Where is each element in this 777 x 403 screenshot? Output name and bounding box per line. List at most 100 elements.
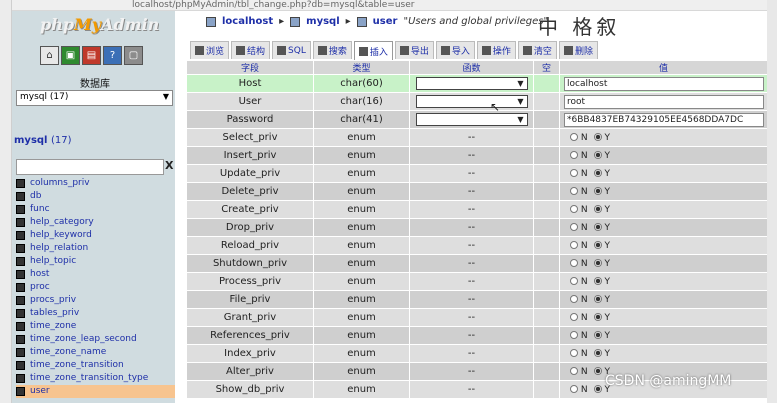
radio-icon[interactable] — [593, 259, 602, 267]
table-list-item[interactable]: time_zone_transition — [16, 359, 175, 372]
table-list-item[interactable]: host — [16, 268, 175, 281]
radio-icon[interactable] — [593, 187, 602, 195]
browser-address-bar[interactable]: localhost/phpMyAdmin/tbl_change.php?db=m… — [12, 0, 767, 11]
radio-n[interactable]: N — [570, 277, 588, 287]
table-list-item[interactable]: procs_priv — [16, 294, 175, 307]
clear-filter-button[interactable]: X — [165, 159, 173, 172]
tab-6[interactable]: 导入 — [435, 41, 475, 59]
tab-9[interactable]: 删除 — [558, 41, 598, 59]
table-list-item[interactable]: help_keyword — [16, 229, 175, 242]
radio-icon[interactable] — [570, 313, 578, 321]
address-url[interactable]: localhost/phpMyAdmin/tbl_change.php?db=m… — [132, 0, 414, 10]
radio-n[interactable]: N — [570, 133, 588, 143]
radio-y[interactable]: Y — [593, 241, 610, 251]
table-filter-input[interactable] — [16, 159, 164, 175]
function-select[interactable]: ▼ — [415, 77, 528, 90]
tab-4[interactable]: 插入 — [353, 41, 393, 61]
docs-icon[interactable]: ? — [103, 46, 122, 65]
table-list-item[interactable]: help_category — [16, 216, 175, 229]
value-input[interactable]: root — [564, 94, 764, 109]
function-select[interactable]: ▼ — [415, 113, 528, 126]
radio-n[interactable]: N — [570, 151, 588, 161]
radio-n[interactable]: N — [570, 349, 588, 359]
tab-5[interactable]: 导出 — [394, 41, 434, 59]
radio-n[interactable]: N — [570, 169, 588, 179]
table-list-item[interactable]: columns_priv — [16, 177, 175, 190]
radio-y[interactable]: Y — [593, 187, 610, 197]
table-list-item[interactable]: time_zone_transition_type — [16, 372, 175, 385]
radio-icon[interactable] — [593, 133, 602, 141]
radio-n[interactable]: N — [570, 367, 588, 377]
radio-n[interactable]: N — [570, 187, 588, 197]
radio-y[interactable]: Y — [593, 223, 610, 233]
tab-2[interactable]: SQL — [272, 41, 311, 59]
tab-0[interactable]: 浏览 — [190, 41, 230, 59]
tab-1[interactable]: 结构 — [231, 41, 271, 59]
radio-icon[interactable] — [570, 205, 578, 213]
breadcrumb-database[interactable]: mysql — [306, 16, 339, 27]
radio-icon[interactable] — [570, 367, 578, 375]
radio-icon[interactable] — [570, 169, 578, 177]
radio-icon[interactable] — [593, 385, 602, 393]
radio-icon[interactable] — [570, 133, 578, 141]
radio-y[interactable]: Y — [593, 313, 610, 323]
table-list-item[interactable]: time_zone_name — [16, 346, 175, 359]
radio-n[interactable]: N — [570, 385, 588, 395]
value-input[interactable]: localhost — [564, 76, 764, 91]
table-list-item[interactable]: help_topic — [16, 255, 175, 268]
table-list-item[interactable]: time_zone — [16, 320, 175, 333]
home-icon[interactable]: ⌂ — [40, 46, 59, 65]
radio-icon[interactable] — [593, 313, 602, 321]
radio-icon[interactable] — [593, 331, 602, 339]
table-list-item[interactable]: help_relation — [16, 242, 175, 255]
breadcrumb-table[interactable]: user — [373, 16, 398, 27]
database-select[interactable]: mysql (17) ▼ — [16, 90, 173, 106]
tab-8[interactable]: 清空 — [517, 41, 557, 59]
radio-icon[interactable] — [570, 223, 578, 231]
table-list-item[interactable]: user — [16, 385, 175, 398]
settings-icon[interactable]: ▢ — [124, 46, 143, 65]
radio-icon[interactable] — [593, 349, 602, 357]
radio-icon[interactable] — [593, 295, 602, 303]
radio-n[interactable]: N — [570, 223, 588, 233]
radio-y[interactable]: Y — [593, 169, 610, 179]
radio-icon[interactable] — [593, 277, 602, 285]
radio-y[interactable]: Y — [593, 349, 610, 359]
radio-y[interactable]: Y — [593, 295, 610, 305]
table-list-item[interactable]: func — [16, 203, 175, 216]
radio-icon[interactable] — [593, 169, 602, 177]
table-list-item[interactable]: proc — [16, 281, 175, 294]
radio-icon[interactable] — [570, 277, 578, 285]
radio-n[interactable]: N — [570, 313, 588, 323]
logout-icon[interactable]: ▤ — [82, 46, 101, 65]
radio-icon[interactable] — [570, 295, 578, 303]
table-list-item[interactable]: time_zone_leap_second — [16, 333, 175, 346]
radio-y[interactable]: Y — [593, 133, 610, 143]
radio-icon[interactable] — [570, 241, 578, 249]
sql-icon[interactable]: ▣ — [61, 46, 80, 65]
breadcrumb-server[interactable]: localhost — [222, 16, 273, 27]
radio-icon[interactable] — [570, 187, 578, 195]
radio-y[interactable]: Y — [593, 151, 610, 161]
radio-y[interactable]: Y — [593, 331, 610, 341]
radio-icon[interactable] — [593, 241, 602, 249]
radio-y[interactable]: Y — [593, 259, 610, 269]
radio-n[interactable]: N — [570, 295, 588, 305]
table-list-item[interactable]: tables_priv — [16, 307, 175, 320]
table-list-item[interactable]: db — [16, 190, 175, 203]
function-select[interactable]: ▼ — [415, 95, 528, 108]
radio-icon[interactable] — [570, 385, 578, 393]
value-input[interactable]: *6BB4837EB74329105EE4568DDA7DC — [564, 112, 764, 127]
radio-icon[interactable] — [593, 223, 602, 231]
radio-n[interactable]: N — [570, 241, 588, 251]
radio-icon[interactable] — [570, 259, 578, 267]
radio-icon[interactable] — [593, 367, 602, 375]
radio-icon[interactable] — [593, 205, 602, 213]
radio-icon[interactable] — [593, 151, 602, 159]
radio-n[interactable]: N — [570, 259, 588, 269]
radio-n[interactable]: N — [570, 205, 588, 215]
phpmyadmin-logo[interactable]: phpMyAdmin — [40, 15, 159, 34]
radio-icon[interactable] — [570, 151, 578, 159]
tab-7[interactable]: 操作 — [476, 41, 516, 59]
radio-icon[interactable] — [570, 331, 578, 339]
